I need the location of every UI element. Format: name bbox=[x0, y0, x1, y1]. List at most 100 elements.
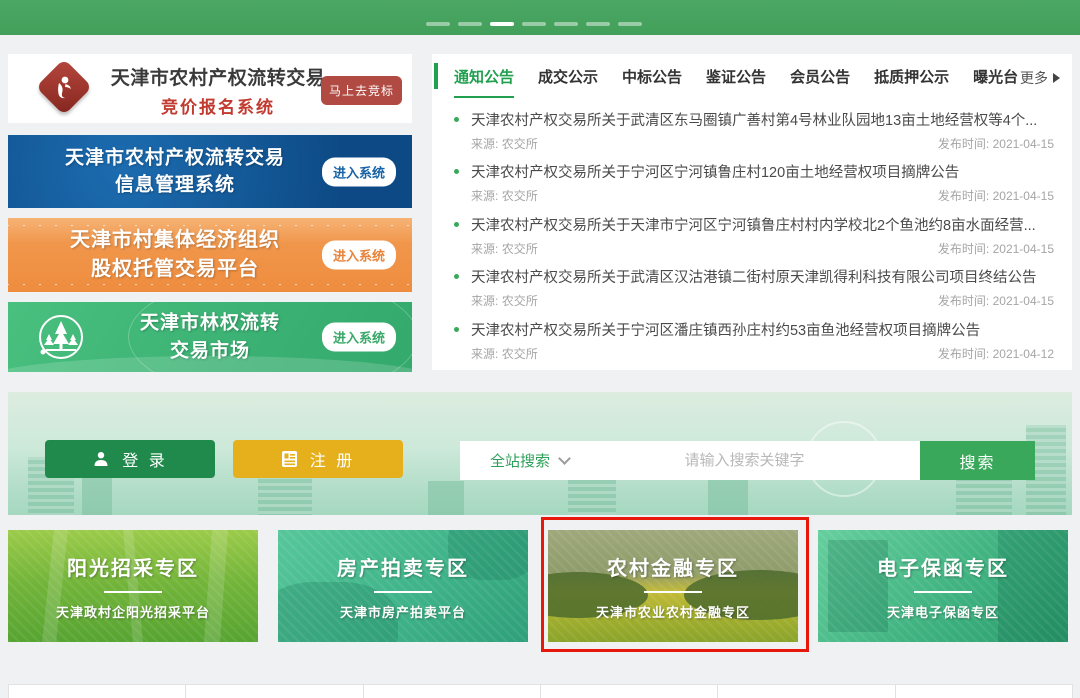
brand-title: 天津市农村产权流转交易 bbox=[108, 63, 328, 90]
enter-forest-market-button[interactable]: 进入系统 bbox=[322, 323, 396, 352]
search-button[interactable]: 搜索 bbox=[920, 441, 1035, 480]
go-bid-button[interactable]: 马上去竞标 bbox=[321, 76, 402, 105]
more-link[interactable]: 更多 bbox=[1020, 68, 1060, 88]
zone-card-content: 电子保函专区 天津电子保函专区 bbox=[818, 530, 1068, 642]
tab-pledge[interactable]: 抵质押公示 bbox=[874, 66, 949, 98]
notice-link[interactable]: 天津农村产权交易所关于宁河区宁河镇鲁庄村120亩土地经营权项目摘牌公告 bbox=[454, 159, 1056, 185]
bottom-card[interactable] bbox=[185, 684, 363, 698]
carousel-dot[interactable] bbox=[586, 22, 610, 26]
carousel-dot[interactable] bbox=[522, 22, 546, 26]
notice-tabs: 通知公告 成交公示 中标公告 鉴证公告 会员公告 抵质押公示 曝光台 bbox=[454, 66, 1018, 98]
tab-exposure[interactable]: 曝光台 bbox=[973, 66, 1018, 98]
register-button[interactable]: 注 册 bbox=[233, 440, 403, 478]
bottom-card[interactable] bbox=[540, 684, 718, 698]
carousel-dot-active[interactable] bbox=[490, 22, 514, 26]
carousel-dot[interactable] bbox=[426, 22, 450, 26]
carousel-indicators bbox=[426, 22, 642, 26]
zone-subtitle: 天津电子保函专区 bbox=[887, 602, 999, 621]
zone-card-content: 阳光招采专区 天津政村企阳光招采平台 bbox=[8, 530, 258, 642]
list-item: 天津农村产权交易所关于宁河区宁河镇鲁庄村120亩土地经营权项目摘牌公告 来源: … bbox=[454, 159, 1056, 212]
more-label: 更多 bbox=[1020, 68, 1048, 88]
bullet-icon bbox=[454, 274, 459, 279]
brand-text: 天津市农村产权流转交易 竞价报名系统 bbox=[108, 63, 328, 118]
carousel-dot[interactable] bbox=[458, 22, 482, 26]
zone-divider bbox=[914, 591, 972, 593]
top-carousel-bar bbox=[0, 0, 1080, 35]
bottom-card[interactable] bbox=[363, 684, 541, 698]
zone-card-content: 农村金融专区 天津市农业农村金融专区 bbox=[548, 530, 798, 642]
search-input[interactable] bbox=[569, 452, 920, 469]
tab-attestation[interactable]: 鉴证公告 bbox=[706, 66, 766, 98]
bottom-card[interactable] bbox=[8, 684, 186, 698]
zone-subtitle: 天津政村企阳光招采平台 bbox=[56, 602, 210, 621]
enter-equity-system-button[interactable]: 进入系统 bbox=[322, 241, 396, 270]
zone-subtitle: 天津市农业农村金融专区 bbox=[596, 602, 750, 621]
zone-subtitle: 天津市房产拍卖平台 bbox=[340, 602, 466, 621]
search-bar: 全站搜索 搜索 bbox=[460, 441, 1035, 480]
tab-notice-announcements[interactable]: 通知公告 bbox=[454, 66, 514, 98]
carousel-dot[interactable] bbox=[554, 22, 578, 26]
bidding-system-card: 天津市农村产权流转交易 竞价报名系统 马上去竞标 bbox=[8, 54, 412, 123]
zone-card-property-auction[interactable]: 房产拍卖专区 天津市房产拍卖平台 bbox=[278, 530, 528, 642]
publish-time: 发布时间: 2021-04-12 bbox=[938, 345, 1054, 362]
bullet-icon bbox=[454, 327, 459, 332]
bullet-icon bbox=[454, 169, 459, 174]
tab-member[interactable]: 会员公告 bbox=[790, 66, 850, 98]
zone-divider bbox=[374, 591, 432, 593]
zone-divider bbox=[644, 591, 702, 593]
notice-panel: 通知公告 成交公示 中标公告 鉴证公告 会员公告 抵质押公示 曝光台 更多 天津… bbox=[432, 54, 1072, 370]
publish-time: 发布时间: 2021-04-15 bbox=[938, 135, 1054, 152]
list-item: 天津农村产权交易所关于武清区东马圈镇广善村第4号林业队园地13亩土地经营权等4个… bbox=[454, 106, 1056, 159]
building-silhouette bbox=[82, 475, 112, 515]
zone-divider bbox=[104, 591, 162, 593]
notice-list: 天津农村产权交易所关于武清区东马圈镇广善村第4号林业队园地13亩土地经营权等4个… bbox=[454, 106, 1056, 369]
zone-card-electronic-guarantee[interactable]: 电子保函专区 天津电子保函专区 bbox=[818, 530, 1068, 642]
list-item: 天津农村产权交易所关于天津市宁河区宁河镇鲁庄村村内学校北2个鱼池约8亩水面经营.… bbox=[454, 211, 1056, 264]
id-card-icon bbox=[281, 450, 298, 468]
notice-link[interactable]: 天津农村产权交易所关于天津市宁河区宁河镇鲁庄村村内学校北2个鱼池约8亩水面经营.… bbox=[454, 211, 1056, 237]
notice-link[interactable]: 天津农村产权交易所关于武清区汉沽港镇二街村原天津凯得利科技有限公司项目终结公告 bbox=[454, 264, 1056, 290]
list-item: 天津农村产权交易所关于武清区汉沽港镇二街村原天津凯得利科技有限公司项目终结公告 … bbox=[454, 264, 1056, 317]
publish-time: 发布时间: 2021-04-15 bbox=[938, 187, 1054, 204]
tab-winning-bid[interactable]: 中标公告 bbox=[622, 66, 682, 98]
bullet-icon bbox=[454, 222, 459, 227]
notice-link[interactable]: 天津农村产权交易所关于宁河区潘庄镇西孙庄村约53亩鱼池经营权项目摘牌公告 bbox=[454, 316, 1056, 342]
zone-title: 农村金融专区 bbox=[607, 552, 739, 581]
bottom-card[interactable] bbox=[895, 684, 1073, 698]
user-icon bbox=[92, 450, 110, 468]
more-arrow-icon bbox=[1053, 73, 1060, 83]
equity-trusteeship-banner[interactable]: 天津市村集体经济组织 股权托管交易平台 进入系统 bbox=[8, 218, 412, 292]
zone-card-sunshine-procurement[interactable]: 阳光招采专区 天津政村企阳光招采平台 bbox=[8, 530, 258, 642]
zone-card-content: 房产拍卖专区 天津市房产拍卖平台 bbox=[278, 530, 528, 642]
info-management-banner-text: 天津市农村产权流转交易 信息管理系统 bbox=[8, 144, 342, 199]
login-label: 登 录 bbox=[122, 447, 167, 471]
building-silhouette bbox=[708, 477, 748, 515]
search-scope-label: 全站搜索 bbox=[490, 450, 550, 471]
notice-meta: 来源: 农交所 发布时间: 2021-04-15 bbox=[454, 290, 1056, 312]
carousel-dot[interactable] bbox=[618, 22, 642, 26]
forest-rights-banner[interactable]: 天津市林权流转 交易市场 进入系统 bbox=[8, 302, 412, 372]
zone-title: 电子保函专区 bbox=[877, 552, 1009, 581]
brand-diamond-logo-icon bbox=[36, 59, 93, 116]
notice-link[interactable]: 天津农村产权交易所关于武清区东马圈镇广善村第4号林业队园地13亩土地经营权等4个… bbox=[454, 106, 1056, 132]
login-button[interactable]: 登 录 bbox=[45, 440, 215, 478]
zone-title: 阳光招采专区 bbox=[67, 552, 199, 581]
publish-time: 发布时间: 2021-04-15 bbox=[938, 240, 1054, 257]
list-item: 天津农村产权交易所关于宁河区潘庄镇西孙庄村约53亩鱼池经营权项目摘牌公告 来源:… bbox=[454, 316, 1056, 369]
notice-meta: 来源: 农交所 发布时间: 2021-04-15 bbox=[454, 185, 1056, 207]
bottom-card[interactable] bbox=[717, 684, 895, 698]
hero-banner: 登 录 注 册 全站搜索 搜索 bbox=[8, 392, 1072, 515]
enter-info-system-button[interactable]: 进入系统 bbox=[322, 157, 396, 186]
notice-meta: 来源: 农交所 发布时间: 2021-04-12 bbox=[454, 342, 1056, 364]
info-management-banner[interactable]: 天津市农村产权流转交易 信息管理系统 进入系统 bbox=[8, 135, 412, 208]
tab-deal-publicity[interactable]: 成交公示 bbox=[538, 66, 598, 98]
building-silhouette bbox=[428, 481, 464, 515]
publish-time: 发布时间: 2021-04-15 bbox=[938, 292, 1054, 309]
zone-title: 房产拍卖专区 bbox=[337, 552, 469, 581]
zone-card-rural-finance[interactable]: 农村金融专区 天津市农业农村金融专区 bbox=[548, 530, 798, 642]
forest-rights-banner-text: 天津市林权流转 交易市场 bbox=[78, 309, 342, 364]
bottom-card-strip bbox=[8, 684, 1072, 698]
search-box: 全站搜索 bbox=[460, 441, 920, 480]
search-scope-select[interactable]: 全站搜索 bbox=[460, 450, 569, 471]
bullet-icon bbox=[454, 117, 459, 122]
